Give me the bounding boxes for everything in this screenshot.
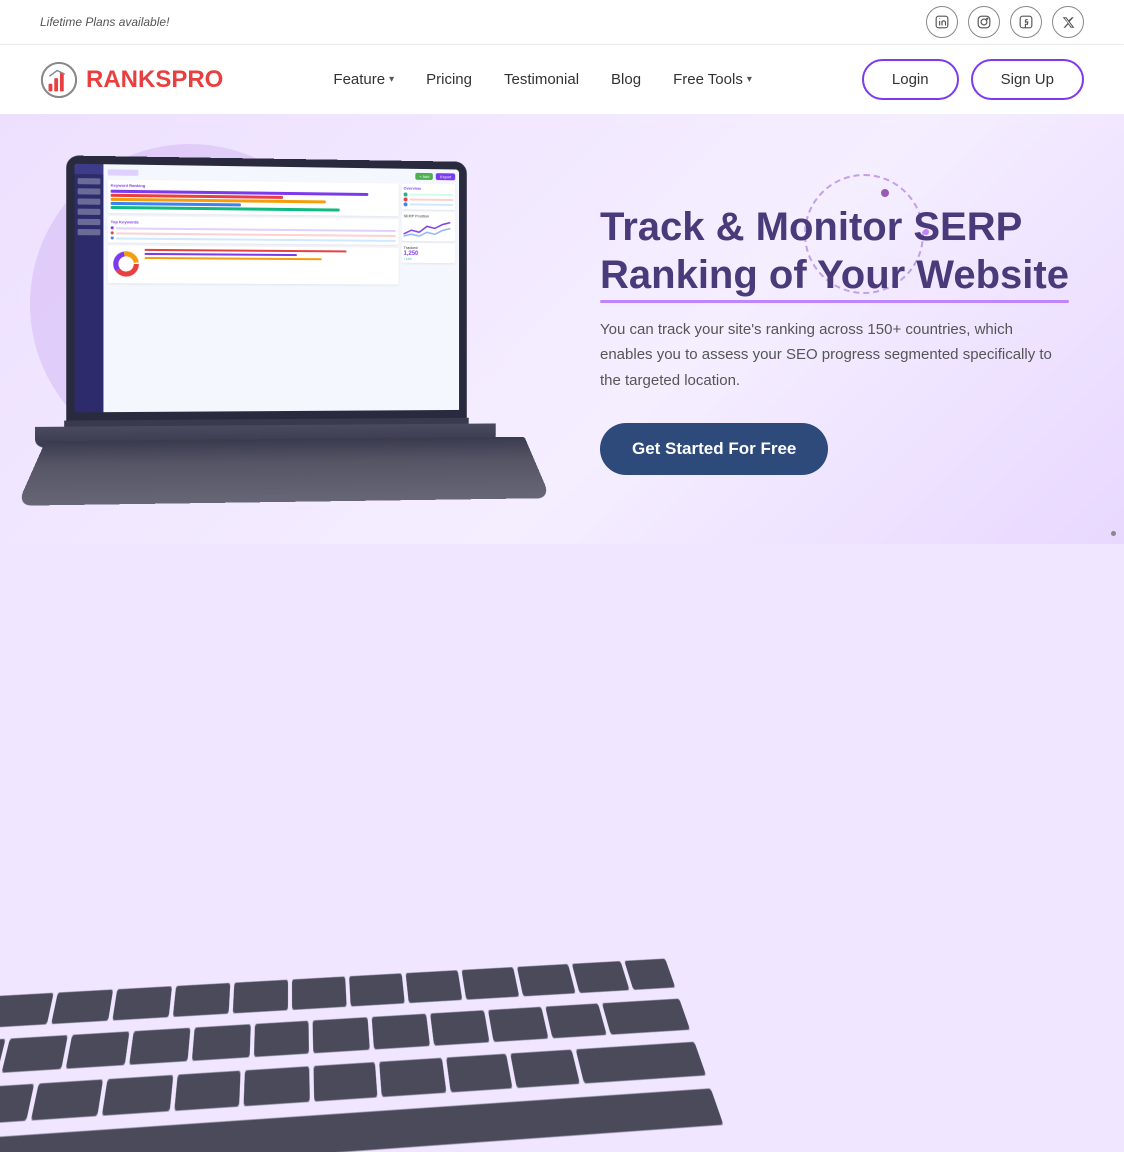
nav-item-pricing[interactable]: Pricing [426,71,472,89]
nav-item-feature[interactable]: Feature ▾ [333,71,394,88]
logo-icon [40,61,78,99]
login-button[interactable]: Login [862,59,959,100]
hero-subtitle: You can track your site's ranking across… [600,317,1060,394]
nav-free-tools-label: Free Tools [673,71,743,88]
laptop-screen-inner: + Add Export Keyword Ranking [75,164,460,413]
nav-blog-label[interactable]: Blog [611,71,641,88]
hero-title-line2: Ranking of Your Website [600,251,1069,299]
bottom-dot-deco [1111,531,1116,536]
signup-button[interactable]: Sign Up [971,59,1084,100]
nav-links: Feature ▾ Pricing Testimonial Blog Free … [333,71,751,89]
hero-title-line1: Track & Monitor SERP [600,205,1022,249]
chevron-down-icon-2: ▾ [747,74,752,85]
nav-item-blog[interactable]: Blog [611,71,641,89]
laptop-illustration: + Add Export Keyword Ranking [40,159,560,519]
top-bar: Lifetime Plans available! [0,0,1124,45]
linkedin-icon[interactable] [926,6,958,38]
nav-testimonial-label[interactable]: Testimonial [504,71,579,88]
logo-text: RANKSPRO [86,66,223,94]
deco-dot-1 [881,189,889,197]
announcement-text: Lifetime Plans available! [40,15,169,29]
laptop-wrapper: + Add Export Keyword Ranking [35,155,534,523]
laptop-screen-outer: + Add Export Keyword Ranking [66,155,467,420]
twitter-x-icon[interactable] [1052,6,1084,38]
nav-feature-label: Feature [333,71,385,88]
chevron-down-icon: ▾ [389,74,394,85]
hero-text-area: Track & Monitor SERP Ranking of Your Web… [560,203,1084,476]
logo-text-red: PRO [171,66,223,93]
nav-pricing-label[interactable]: Pricing [426,71,472,88]
cta-button[interactable]: Get Started For Free [600,423,828,475]
instagram-icon[interactable] [968,6,1000,38]
dash-main: + Add Export Keyword Ranking [103,164,459,412]
hero-section: + Add Export Keyword Ranking [0,114,1124,544]
hero-title: Track & Monitor SERP Ranking of Your Web… [600,203,1084,299]
laptop-keyboard-area [17,437,551,506]
logo[interactable]: RANKSPRO [40,61,223,99]
social-icons-group [926,6,1084,38]
logo-text-black: RANKS [86,66,171,93]
keyboard [0,944,741,1152]
dashboard-mock: + Add Export Keyword Ranking [75,164,460,413]
nav-item-free-tools[interactable]: Free Tools ▾ [673,71,752,88]
dash-sidebar [75,164,104,413]
nav-item-testimonial[interactable]: Testimonial [504,71,579,89]
nav-buttons: Login Sign Up [862,59,1084,100]
facebook-icon[interactable] [1010,6,1042,38]
navbar: RANKSPRO Feature ▾ Pricing Testimonial B… [0,45,1124,114]
